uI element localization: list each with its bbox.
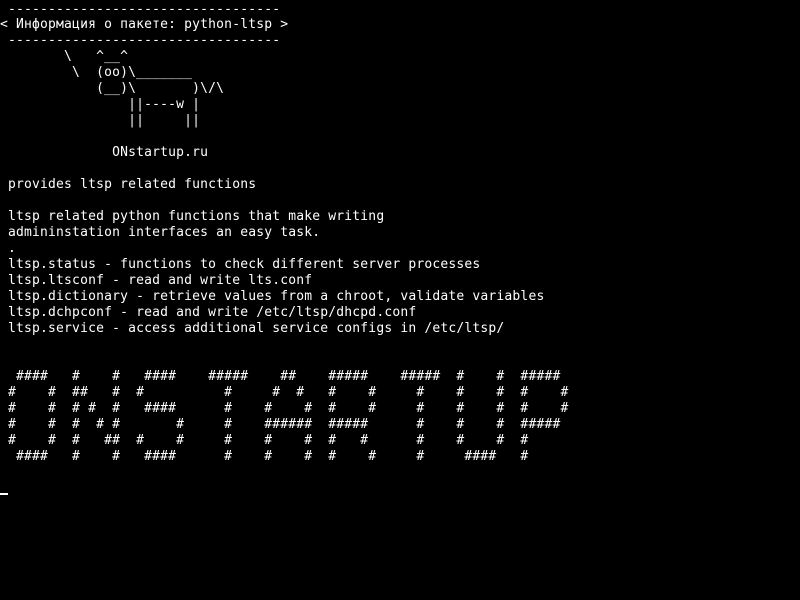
text-cursor bbox=[0, 493, 8, 495]
package-description-line: admininstation interfaces an easy task. bbox=[0, 225, 321, 240]
package-description-line: ltsp.dictionary - retrieve values from a… bbox=[0, 289, 545, 304]
package-summary: provides ltsp related functions bbox=[0, 177, 257, 192]
banner-art-line: #### # # #### # # # # # # #### # bbox=[0, 449, 529, 464]
banner-art-line: # # # ## # # # # # # # # # # # bbox=[0, 433, 529, 448]
cow-art-line: \ (oo)\_______ bbox=[0, 65, 193, 80]
site-name: ONstartup.ru bbox=[0, 145, 209, 160]
bubble-top-border: ---------------------------------- bbox=[0, 2, 281, 17]
cow-art-line: ||----w | bbox=[0, 97, 201, 112]
banner-art-line: # # # # # #### # # # # # # # # # # bbox=[0, 401, 569, 416]
package-description-line: ltsp.ltsconf - read and write lts.conf bbox=[0, 273, 313, 288]
cow-art-line: || || bbox=[0, 113, 201, 128]
package-description-line: ltsp.service - access additional service… bbox=[0, 321, 505, 336]
bubble-bottom-border: ---------------------------------- bbox=[0, 33, 281, 48]
package-description-line: . bbox=[0, 241, 17, 256]
banner-art-line: # # # # # # # ###### ##### # # # ##### bbox=[0, 417, 561, 432]
banner-art-line: # # ## # # # # # # # # # # # # bbox=[0, 385, 569, 400]
package-description-line: ltsp.status - functions to check differe… bbox=[0, 257, 481, 272]
cow-art-line: \ ^__^ bbox=[0, 49, 129, 64]
terminal-screen[interactable]: ---------------------------------- < Инф… bbox=[0, 0, 800, 600]
cow-art-line: (__)\ )\/\ bbox=[0, 81, 225, 96]
bubble-title: < Информация о пакете: python-ltsp > bbox=[0, 17, 289, 32]
package-description-line: ltsp.dchpconf - read and write /etc/ltsp… bbox=[0, 305, 417, 320]
banner-art-line: #### # # #### ##### ## ##### ##### # # #… bbox=[0, 369, 561, 384]
package-description-line: ltsp related python functions that make … bbox=[0, 209, 385, 224]
